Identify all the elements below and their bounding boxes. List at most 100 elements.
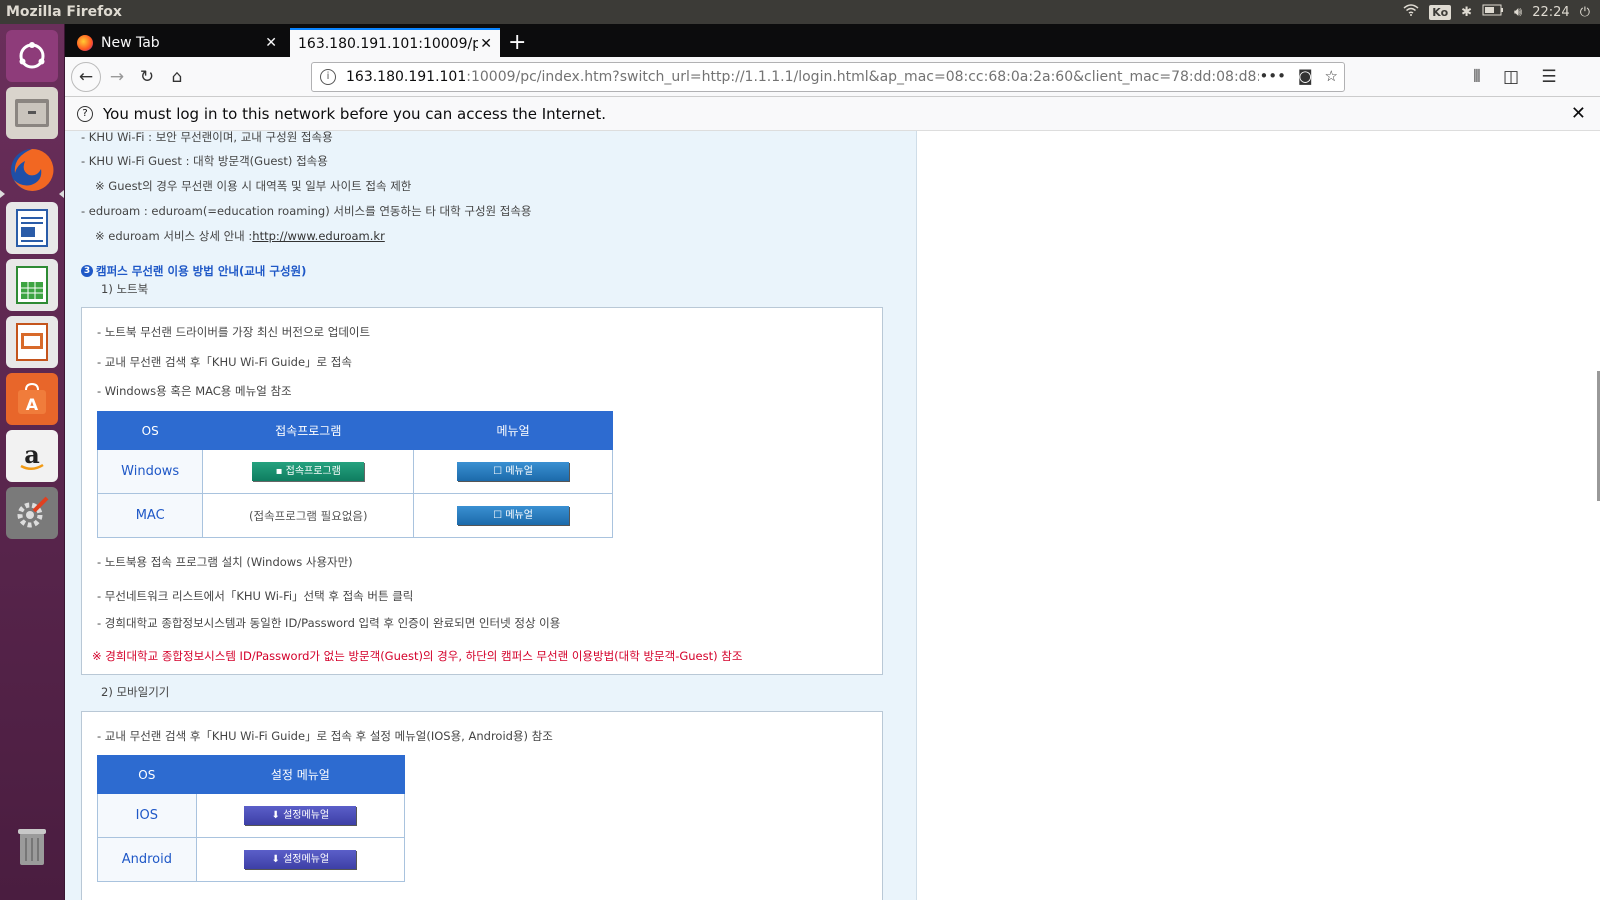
- manual-cell: ⬇ 설정메뉴얼: [195, 793, 406, 838]
- guest-warning: ※ 경희대학교 종합정보시스템 ID/Password가 없는 방문객(Gues…: [92, 649, 743, 663]
- tab-login-page[interactable]: 163.180.191.101:10009/pc/i ✕: [290, 28, 500, 57]
- notebook-step-4: - 노트북용 접속 프로그램 설치 (Windows 사용자만): [97, 555, 353, 569]
- volume-icon[interactable]: 🔊︎: [1514, 5, 1522, 20]
- eduroam-note: ※ eduroam 서비스 상세 안내 :http://www.eduroam.…: [95, 228, 385, 244]
- wifi-icon[interactable]: [1403, 4, 1419, 20]
- bluetooth-icon[interactable]: ✱: [1461, 5, 1472, 20]
- os-ios: IOS: [97, 793, 197, 838]
- os-android: Android: [97, 837, 197, 882]
- eduroam-link[interactable]: http://www.eduroam.kr: [252, 229, 385, 243]
- guest-note: ※ Guest의 경우 무선랜 이용 시 대역폭 및 일부 사이트 접속 제한: [95, 179, 412, 193]
- page-viewport[interactable]: - KHU Wi-Fi : 보안 무선랜이며, 교내 구성원 접속용 - KHU…: [65, 131, 1600, 900]
- table-row: Android ⬇ 설정메뉴얼: [97, 837, 406, 882]
- button-label: 메뉴얼: [505, 466, 533, 477]
- captive-portal-notice: ? You must log in to this network before…: [65, 97, 1600, 131]
- mobile-os-table: OS 설정 메뉴얼 IOS ⬇ 설정메뉴얼 Android ⬇ 설정메뉴얼: [97, 755, 406, 882]
- tab-new-tab[interactable]: New Tab ✕: [69, 28, 285, 57]
- reload-icon[interactable]: ↻: [135, 65, 159, 89]
- subsection-mobile: 2) 모바일기기: [101, 685, 170, 699]
- col-header-os: OS: [97, 755, 197, 794]
- navigation-toolbar: ← → ↻ ⌂ i 163.180.191.101 :10009/pc/inde…: [65, 57, 1600, 97]
- back-arrow-icon[interactable]: ←: [71, 62, 101, 92]
- table-row: MAC (접속프로그램 필요없음) ☐ 메뉴얼: [96, 493, 613, 538]
- help-icon: ?: [77, 105, 93, 122]
- launcher: A a: [0, 24, 65, 900]
- amazon-icon[interactable]: a: [6, 430, 58, 482]
- focused-app-indicator: [59, 190, 64, 198]
- notebook-step-6: - 경희대학교 종합정보시스템과 동일한 ID/Password 입력 후 인증…: [97, 616, 561, 630]
- no-program-needed: (접속프로그램 필요없음): [202, 493, 415, 538]
- firefox-favicon-icon: [77, 34, 93, 51]
- url-path: :10009/pc/index.htm?switch_url=http://1.…: [466, 69, 1287, 85]
- program-cell: ▪ 접속프로그램: [202, 449, 415, 494]
- calc-icon[interactable]: [6, 259, 58, 311]
- writer-icon[interactable]: [6, 202, 58, 254]
- notice-text: You must log in to this network before y…: [103, 104, 607, 123]
- network-khu-wifi: - KHU Wi-Fi : 보안 무선랜이며, 교내 구성원 접속용: [81, 131, 333, 144]
- software-center-icon[interactable]: A: [6, 373, 58, 425]
- button-label: 설정메뉴얼: [283, 854, 330, 865]
- table-row: Windows ▪ 접속프로그램 ☐ 메뉴얼: [96, 449, 613, 494]
- page-actions-icon[interactable]: •••: [1259, 67, 1286, 85]
- url-bar[interactable]: i 163.180.191.101 :10009/pc/index.htm?sw…: [311, 62, 1345, 92]
- sidebar-icon[interactable]: ◫: [1499, 65, 1523, 89]
- notebook-guide-box: - 노트북 무선랜 드라이버를 가장 최신 버전으로 업데이트 - 교내 무선랜…: [81, 307, 883, 675]
- manual-cell: ⬇ 설정메뉴얼: [195, 837, 406, 882]
- eduroam-note-prefix: ※ eduroam 서비스 상세 안내 :: [95, 229, 253, 243]
- content-column: - KHU Wi-Fi : 보안 무선랜이며, 교내 구성원 접속용 - KHU…: [65, 131, 917, 900]
- col-header-program: 접속프로그램: [202, 411, 415, 450]
- windows-manual-button[interactable]: ☐ 메뉴얼: [457, 462, 570, 481]
- svg-text:a: a: [24, 440, 40, 469]
- notebook-step-1: - 노트북 무선랜 드라이버를 가장 최신 버전으로 업데이트: [97, 325, 371, 339]
- tab-label: New Tab: [101, 34, 160, 51]
- site-info-icon[interactable]: i: [320, 69, 336, 85]
- power-icon[interactable]: ⏻: [1580, 5, 1590, 20]
- network-khu-wifi-guest: - KHU Wi-Fi Guest : 대학 방문객(Guest) 접속용: [81, 154, 328, 168]
- pocket-icon[interactable]: ◙: [1298, 67, 1313, 85]
- notebook-step-5: - 무선네트워크 리스트에서「KHU Wi-Fi」선택 후 접속 버튼 클릭: [97, 589, 414, 603]
- menu-hamburger-icon[interactable]: ☰: [1537, 65, 1561, 89]
- active-app-indicator: [0, 190, 5, 198]
- button-label: 접속프로그램: [285, 466, 341, 477]
- notebook-step-2: - 교내 무선랜 검색 후「KHU Wi-Fi Guide」로 접속: [97, 355, 352, 369]
- clock[interactable]: 22:24: [1532, 5, 1569, 20]
- window-title: Mozilla Firefox: [6, 4, 122, 20]
- files-icon[interactable]: [6, 87, 58, 139]
- manual-cell: ☐ 메뉴얼: [413, 449, 613, 494]
- close-tab-icon[interactable]: ✕: [265, 35, 277, 51]
- bookmark-star-icon[interactable]: ☆: [1325, 67, 1338, 85]
- button-label: 설정메뉴얼: [283, 810, 330, 821]
- trash-icon[interactable]: [6, 821, 58, 873]
- notebook-os-table: OS 접속프로그램 메뉴얼 Windows ▪ 접속프로그램 ☐ 메뉴얼 MAC…: [96, 411, 613, 538]
- section-title: 3 캠퍼스 무선랜 이용 방법 안내(교내 구성원): [81, 263, 306, 279]
- impress-icon[interactable]: [6, 316, 58, 368]
- ios-manual-button[interactable]: ⬇ 설정메뉴얼: [244, 806, 357, 825]
- close-tab-icon[interactable]: ✕: [480, 36, 492, 52]
- system-tray: Ko ✱ 🔊︎ 22:24 ⏻: [1403, 4, 1600, 20]
- tab-label: 163.180.191.101:10009/pc/i: [298, 35, 478, 52]
- manual-cell: ☐ 메뉴얼: [413, 493, 613, 538]
- url-actions: ••• ◙ ☆: [1259, 67, 1338, 85]
- col-header-os: OS: [96, 411, 204, 450]
- forward-arrow-icon[interactable]: →: [105, 65, 129, 89]
- section-title-text: 캠퍼스 무선랜 이용 방법 안내(교내 구성원): [96, 264, 307, 278]
- os-mac: MAC: [96, 493, 204, 538]
- library-icon[interactable]: ⫴: [1465, 65, 1489, 89]
- home-icon[interactable]: ⌂: [165, 65, 189, 89]
- firefox-icon[interactable]: [6, 144, 58, 196]
- new-tab-plus-icon[interactable]: +: [508, 30, 526, 55]
- ubuntu-dash-icon[interactable]: [6, 30, 58, 82]
- battery-icon[interactable]: [1482, 4, 1504, 20]
- download-program-button[interactable]: ▪ 접속프로그램: [252, 462, 365, 481]
- keyboard-indicator[interactable]: Ko: [1429, 4, 1452, 20]
- android-manual-button[interactable]: ⬇ 설정메뉴얼: [244, 850, 357, 869]
- mac-manual-button[interactable]: ☐ 메뉴얼: [457, 506, 570, 525]
- system-settings-icon[interactable]: [6, 487, 58, 539]
- table-row: IOS ⬇ 설정메뉴얼: [97, 793, 406, 838]
- section-number-badge: 3: [81, 265, 93, 277]
- col-header-manual: 설정 메뉴얼: [195, 755, 406, 794]
- button-label: 메뉴얼: [505, 510, 533, 521]
- close-notice-icon[interactable]: ✕: [1571, 103, 1586, 124]
- col-header-manual: 메뉴얼: [413, 411, 613, 450]
- subsection-notebook: 1) 노트북: [101, 282, 149, 296]
